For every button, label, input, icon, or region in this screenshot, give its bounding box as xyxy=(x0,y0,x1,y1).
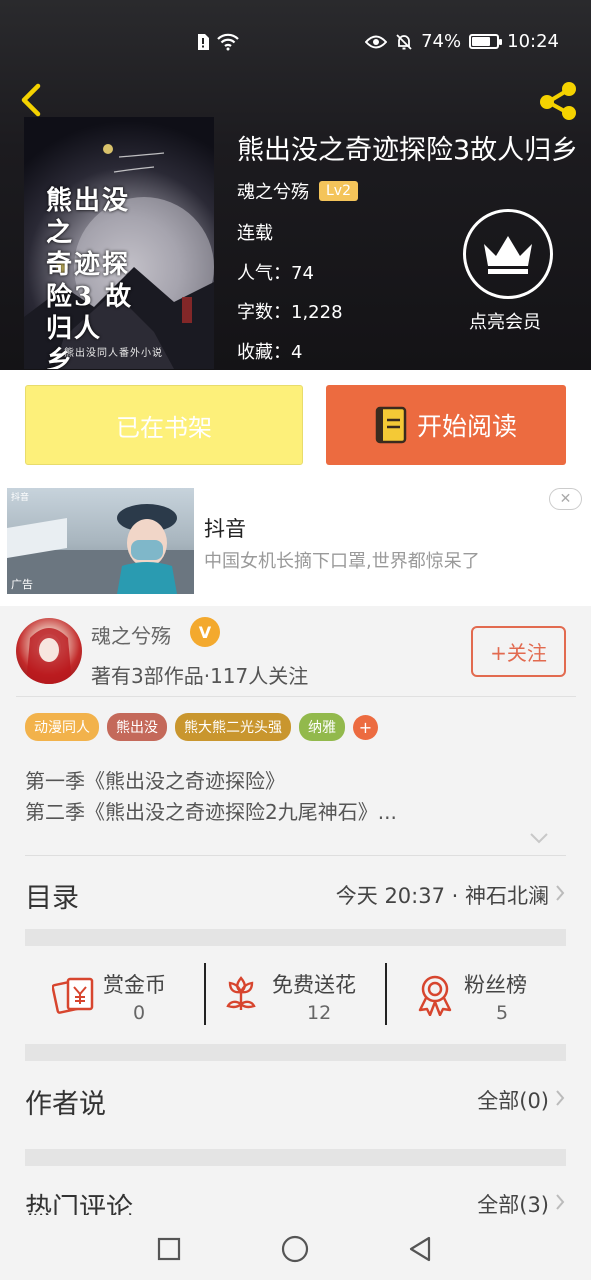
tag[interactable]: 熊出没 xyxy=(107,713,167,741)
divider xyxy=(16,696,576,697)
chevron-right-icon xyxy=(556,1090,565,1106)
book-header: 74% 10:24 熊出没 之 奇迹探 险3 故 归人 乡 熊出没同人番外小说 xyxy=(0,0,591,370)
word-count-value: 1,228 xyxy=(291,302,343,323)
book-title: 熊出没之奇迹探险3故人归乡 xyxy=(237,135,579,166)
stat-value: 0 xyxy=(133,1002,146,1024)
catalog-row[interactable]: 目录 今天 20:37 · 神石北澜 xyxy=(0,856,591,928)
chevron-right-icon xyxy=(556,1194,565,1210)
ad-image[interactable]: 抖音 广告 xyxy=(7,488,194,594)
vip-label[interactable]: 点亮会员 xyxy=(469,308,541,334)
catalog-title: 目录 xyxy=(25,883,79,914)
word-count-label: 字数： xyxy=(237,302,291,323)
ad-description[interactable]: 中国女机长摘下口罩,世界都惊呆了 xyxy=(204,547,480,573)
author-card: 魂之兮殇 V 著有3部作品·117人关注 +关注 动漫同人 熊出没 熊大熊二光头… xyxy=(0,606,591,856)
book-description[interactable]: 第一季《熊出没之奇迹探险》 第二季《熊出没之奇迹探险2九尾神石》... xyxy=(25,766,397,828)
description-line: 第一季《熊出没之奇迹探险》 xyxy=(25,769,285,793)
favorites-row: 收藏：4 xyxy=(237,338,302,364)
hot-comments-row[interactable]: 热门评论 全部(3) xyxy=(0,1166,591,1224)
award-icon xyxy=(418,975,452,1016)
tag[interactable]: 熊大熊二光头强 xyxy=(175,713,291,741)
start-reading-label: 开始阅读 xyxy=(416,412,517,441)
word-count-row: 字数：1,228 xyxy=(237,298,343,324)
system-nav-bar xyxy=(0,1215,591,1280)
start-reading-button[interactable]: 开始阅读 xyxy=(326,385,566,465)
level-badge: Lv2 xyxy=(319,181,358,201)
in-shelf-button[interactable]: 已在书架 xyxy=(25,385,303,465)
flower-icon xyxy=(226,976,256,1010)
section-separator xyxy=(25,929,566,946)
eye-icon xyxy=(365,35,388,48)
author-says-row[interactable]: 作者说 全部(0) xyxy=(0,1061,591,1133)
wifi-icon xyxy=(217,33,239,51)
ad-app-name[interactable]: 抖音 xyxy=(204,513,246,543)
author-says-all: 全部(0) xyxy=(477,1089,549,1113)
mute-bell-icon xyxy=(396,33,412,50)
coin-envelope-icon xyxy=(52,977,94,1014)
popularity-row: 人气：74 xyxy=(237,259,314,285)
verified-badge: V xyxy=(190,617,220,647)
author-name[interactable]: 魂之兮殇 xyxy=(91,620,171,649)
description-line: 第二季《熊出没之奇迹探险2九尾神石》... xyxy=(25,800,397,824)
recent-apps-icon[interactable] xyxy=(157,1237,181,1261)
send-flowers-button[interactable]: 免费送花 12 xyxy=(206,946,386,1044)
follow-button[interactable]: +关注 xyxy=(471,626,566,677)
back-arrow-icon[interactable] xyxy=(14,80,48,120)
stats-row: 赏金币 0 免费送花 12 粉丝榜 5 xyxy=(0,946,591,1044)
stat-value: 12 xyxy=(307,1002,332,1024)
book-author-row: 魂之兮殇 Lv2 xyxy=(237,178,358,204)
popularity-label: 人气： xyxy=(237,263,291,284)
battery-icon xyxy=(469,34,503,49)
cover-title: 熊出没 之 奇迹探 险3 故 归人 乡 xyxy=(46,186,134,369)
home-icon[interactable] xyxy=(281,1235,309,1263)
status-right: 74% 10:24 xyxy=(365,31,559,52)
vip-button[interactable] xyxy=(463,209,553,299)
action-bar: 已在书架 开始阅读 xyxy=(0,370,591,482)
latest-chapter: 今天 20:37 · 神石北澜 xyxy=(335,884,549,908)
ad-photo xyxy=(7,504,194,594)
status-bar: 74% 10:24 xyxy=(0,0,591,70)
ad-tag: 广告 xyxy=(11,578,33,591)
ad-close-button[interactable]: ✕ xyxy=(549,488,582,510)
stat-label: 赏金币 xyxy=(103,973,166,997)
fan-ranking-button[interactable]: 粉丝榜 5 xyxy=(387,946,591,1044)
chevron-down-icon[interactable] xyxy=(529,832,549,844)
battery-percent: 74% xyxy=(421,31,462,52)
back-icon[interactable] xyxy=(407,1235,433,1263)
avatar[interactable] xyxy=(16,618,82,684)
ad-banner[interactable]: 抖音 广告 抖音 中国女机长摘下口罩,世界都惊呆了 ✕ xyxy=(0,482,591,606)
stat-value: 5 xyxy=(496,1002,509,1024)
tag[interactable]: 纳雅 xyxy=(299,713,345,741)
sim-alert-icon xyxy=(198,34,209,50)
stat-label: 粉丝榜 xyxy=(464,973,527,997)
author-says-title: 作者说 xyxy=(25,1089,106,1120)
book-icon xyxy=(375,406,407,444)
section-separator xyxy=(25,1044,566,1061)
tag[interactable]: 动漫同人 xyxy=(25,713,99,741)
crown-icon xyxy=(484,236,532,274)
more-tags-button[interactable]: + xyxy=(353,714,378,740)
section-separator xyxy=(25,1149,566,1166)
favorites-label: 收藏： xyxy=(237,342,291,363)
book-author-name[interactable]: 魂之兮殇 xyxy=(237,178,309,204)
author-stats: 著有3部作品·117人关注 xyxy=(91,664,309,688)
reward-coins-button[interactable]: 赏金币 0 xyxy=(0,946,205,1044)
avatar-art xyxy=(26,628,72,684)
popularity-value: 74 xyxy=(291,263,314,284)
share-icon[interactable] xyxy=(535,80,581,122)
book-cover[interactable]: 熊出没 之 奇迹探 险3 故 归人 乡 熊出没同人番外小说 xyxy=(24,117,214,369)
cover-subtitle: 熊出没同人番外小说 xyxy=(64,348,163,359)
chevron-right-icon xyxy=(556,885,565,901)
ad-brand: 抖音 xyxy=(11,493,30,503)
serial-status: 连载 xyxy=(237,223,273,244)
clock: 10:24 xyxy=(507,31,559,52)
stat-label: 免费送花 xyxy=(272,973,356,997)
favorites-value: 4 xyxy=(291,342,303,363)
status-left-icons xyxy=(196,33,240,51)
tag-list: 动漫同人 熊出没 熊大熊二光头强 纳雅 + xyxy=(25,713,378,741)
